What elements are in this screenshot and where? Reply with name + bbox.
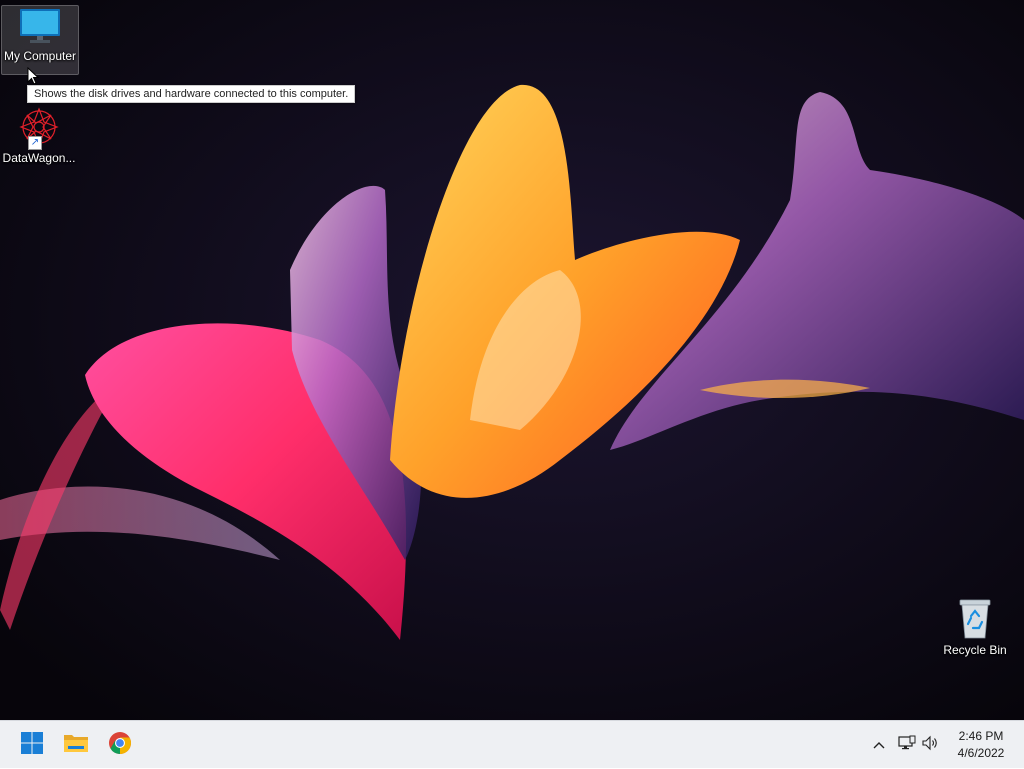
desktop-icon-datawagon[interactable]: ↗ DataWagon... bbox=[1, 106, 77, 172]
desktop-icon-label: Recycle Bin bbox=[943, 643, 1007, 657]
chrome-icon bbox=[108, 731, 132, 760]
datawagon-logo-icon: ↗ bbox=[16, 106, 62, 150]
show-hidden-icons-button[interactable] bbox=[868, 721, 890, 769]
desktop-icon-my-computer[interactable]: My Computer bbox=[1, 5, 79, 75]
start-button[interactable] bbox=[14, 727, 50, 763]
desktop-icon-label: DataWagon... bbox=[2, 151, 76, 165]
file-explorer-button[interactable] bbox=[58, 727, 94, 763]
network-icon bbox=[898, 735, 916, 756]
mouse-cursor-icon bbox=[27, 67, 39, 85]
recycle-bin-icon bbox=[955, 596, 995, 640]
windows-logo-icon bbox=[20, 731, 44, 760]
desktop-icon-label: My Computer bbox=[3, 49, 77, 63]
clock-date: 4/6/2022 bbox=[957, 746, 1005, 760]
clock-time: 2:46 PM bbox=[958, 729, 1004, 743]
desktop-icon-recycle-bin[interactable]: Recycle Bin bbox=[937, 596, 1013, 662]
volume-icon bbox=[922, 735, 940, 756]
tooltip: Shows the disk drives and hardware conne… bbox=[27, 85, 356, 103]
computer-monitor-icon bbox=[17, 6, 63, 46]
shortcut-arrow-icon: ↗ bbox=[28, 136, 42, 150]
desktop[interactable]: My Computer ↗ DataWagon... Recycle Bin S… bbox=[0, 0, 1024, 720]
chrome-button[interactable] bbox=[102, 727, 138, 763]
network-button[interactable] bbox=[896, 721, 918, 769]
clock[interactable]: 2:46 PM 4/6/2022 bbox=[948, 728, 1014, 762]
taskbar: 2:46 PM 4/6/2022 bbox=[0, 720, 1024, 768]
wallpaper bbox=[0, 0, 1024, 720]
volume-button[interactable] bbox=[920, 721, 942, 769]
chevron-up-icon bbox=[873, 736, 885, 754]
folder-icon bbox=[63, 732, 89, 759]
